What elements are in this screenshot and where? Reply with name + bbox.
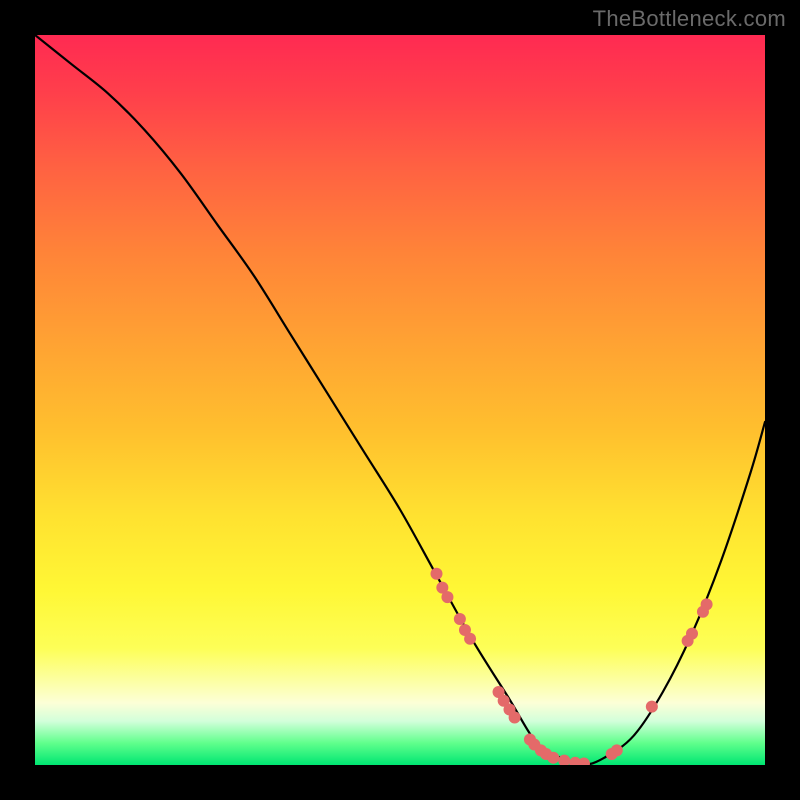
curve-markers xyxy=(431,568,713,765)
data-marker xyxy=(701,598,713,610)
bottleneck-curve xyxy=(35,35,765,765)
data-marker xyxy=(578,758,590,765)
plot-area xyxy=(35,35,765,765)
data-marker xyxy=(686,628,698,640)
data-marker xyxy=(611,744,623,756)
chart-frame: TheBottleneck.com xyxy=(0,0,800,800)
data-marker xyxy=(547,752,559,764)
data-marker xyxy=(646,701,658,713)
data-marker xyxy=(441,591,453,603)
data-marker xyxy=(464,633,476,645)
curve-svg xyxy=(35,35,765,765)
data-marker xyxy=(509,712,521,724)
data-marker xyxy=(454,613,466,625)
data-marker xyxy=(558,755,570,765)
data-marker xyxy=(431,568,443,580)
watermark-text: TheBottleneck.com xyxy=(593,6,786,32)
